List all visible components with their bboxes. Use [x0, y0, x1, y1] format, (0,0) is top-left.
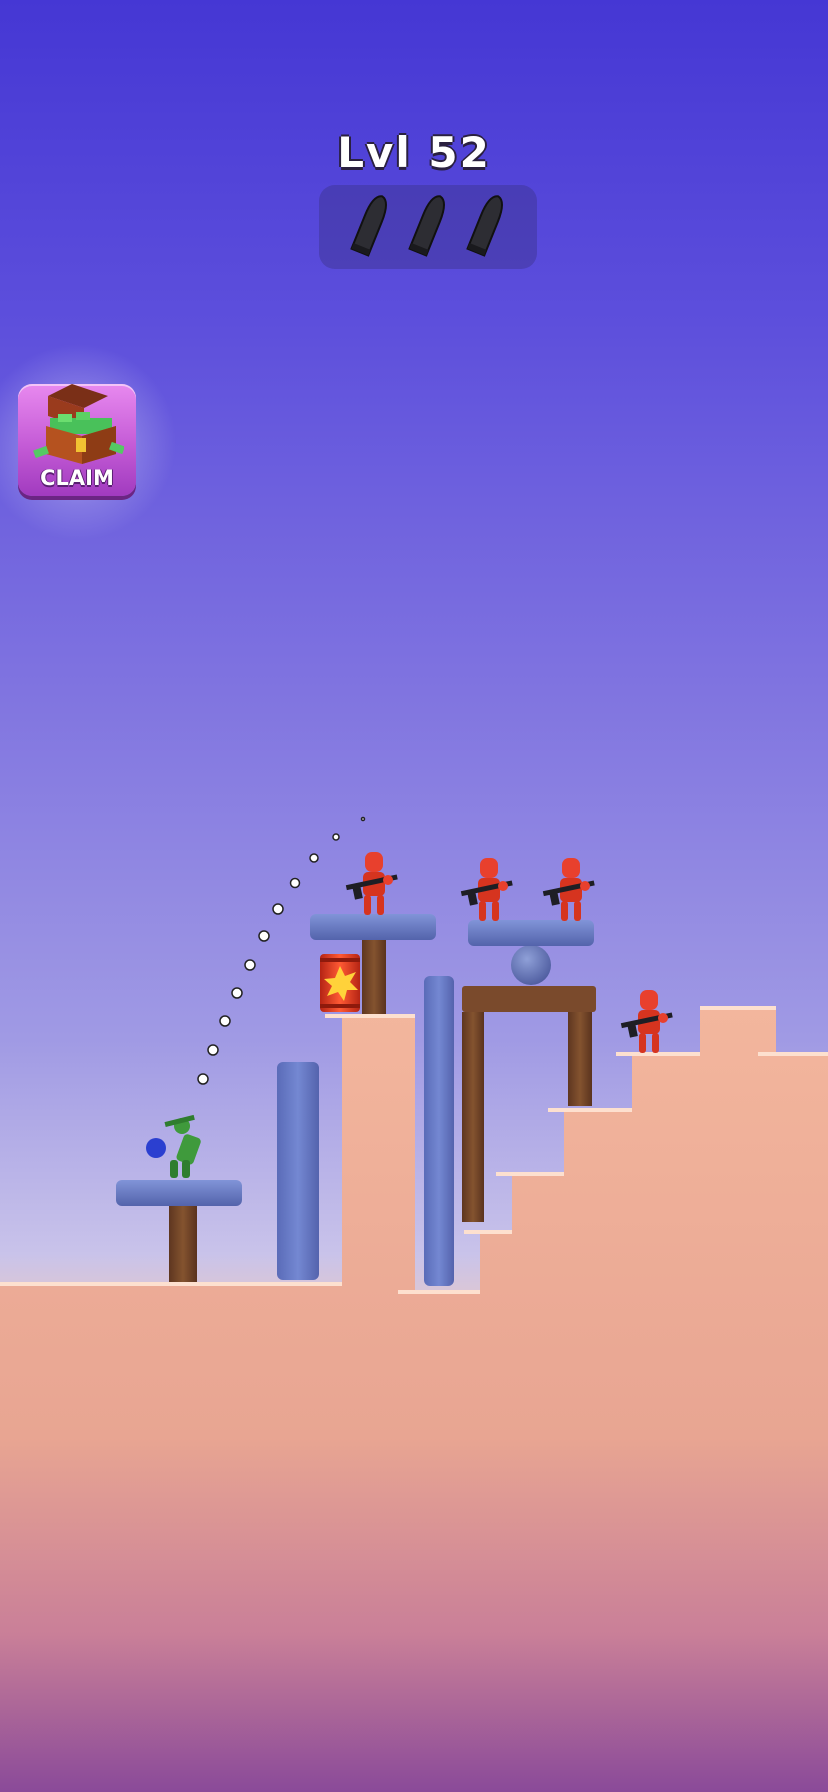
wood-post [169, 1206, 197, 1282]
wood-post [462, 1012, 484, 1222]
stone-boulder[interactable] [511, 945, 551, 985]
enemy-soldier[interactable] [542, 858, 595, 921]
claim-label: CLAIM [40, 466, 114, 490]
stone-pillar [277, 1062, 319, 1280]
stone-slab [116, 1180, 242, 1206]
ammo-panel [319, 185, 537, 269]
blue-ball [146, 1138, 166, 1158]
stone-pillar [424, 976, 454, 1286]
claim-button[interactable]: CLAIM [18, 384, 136, 496]
bullet-icon [466, 195, 503, 257]
bullet-icon [350, 195, 387, 257]
stone-slab [310, 914, 436, 940]
player-soldier[interactable] [164, 1114, 202, 1178]
barrel-band [320, 1004, 360, 1008]
wood-beam [462, 986, 596, 1012]
bullet-icon [408, 195, 445, 257]
enemy-soldier[interactable] [345, 852, 398, 915]
stone-slab [468, 920, 594, 946]
treasure-chest-icon [33, 384, 124, 464]
wood-post [362, 940, 386, 1014]
enemy-soldier[interactable] [460, 858, 513, 921]
aim-trajectory [197, 816, 366, 1085]
enemy-soldier[interactable] [620, 990, 673, 1053]
barrel-band [320, 958, 360, 962]
wood-post [568, 1012, 592, 1106]
ground-terrain [0, 1006, 828, 1792]
claim-reward[interactable]: CLAIM [0, 344, 178, 540]
level-label: Lvl 52 [337, 128, 491, 177]
